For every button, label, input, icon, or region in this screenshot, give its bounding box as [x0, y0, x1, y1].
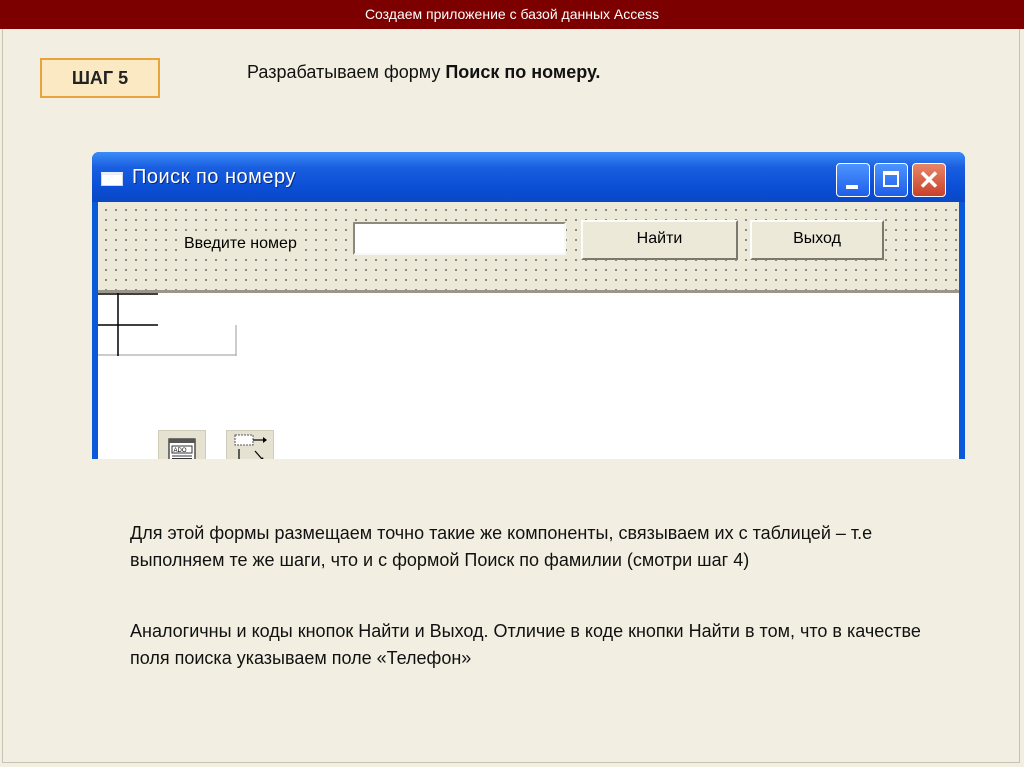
find-button[interactable]: Найти	[581, 220, 738, 260]
form-window: Поиск по номеру ✕ Введите номер Найти Вы…	[92, 152, 965, 459]
slide-header: Создаем приложение с базой данных Access	[0, 0, 1024, 29]
close-icon: ✕	[918, 165, 940, 195]
minimize-button[interactable]	[836, 163, 870, 197]
data-source-component[interactable]	[226, 430, 274, 459]
ado-connection-component[interactable]: ADO	[158, 430, 206, 459]
svg-text:ADO: ADO	[174, 448, 187, 454]
datasource-icon	[234, 434, 267, 459]
data-grid-lines	[98, 293, 237, 356]
description-paragraph-2: Аналогичны и коды кнопок Найти и Выход. …	[130, 621, 921, 668]
minimize-icon	[846, 185, 858, 189]
window-titlebar[interactable]: Поиск по номеру ✕	[92, 152, 965, 202]
form-design-surface: Введите номер Найти Выход ADO	[98, 202, 959, 459]
slide-header-title: Создаем приложение с базой данных Access	[364, 6, 660, 22]
window-title: Поиск по номеру	[132, 166, 296, 188]
number-label: Введите номер	[182, 235, 299, 253]
step-badge: ШАГ 5	[40, 58, 160, 98]
heading-prefix: Разрабатываем форму	[247, 62, 446, 82]
ado-icon: ADO	[168, 438, 196, 459]
window-app-icon	[101, 172, 123, 186]
maximize-button[interactable]	[874, 163, 908, 197]
heading-form-name: Поиск по номеру.	[445, 62, 601, 82]
maximize-icon	[883, 171, 899, 187]
close-button[interactable]: ✕	[912, 163, 946, 197]
exit-button[interactable]: Выход	[750, 220, 884, 260]
number-input[interactable]	[353, 222, 566, 255]
slide-heading: Разрабатываем форму Поиск по номеру.	[247, 62, 600, 83]
description-paragraph-1: Для этой формы размещаем точно такие же …	[130, 523, 873, 570]
